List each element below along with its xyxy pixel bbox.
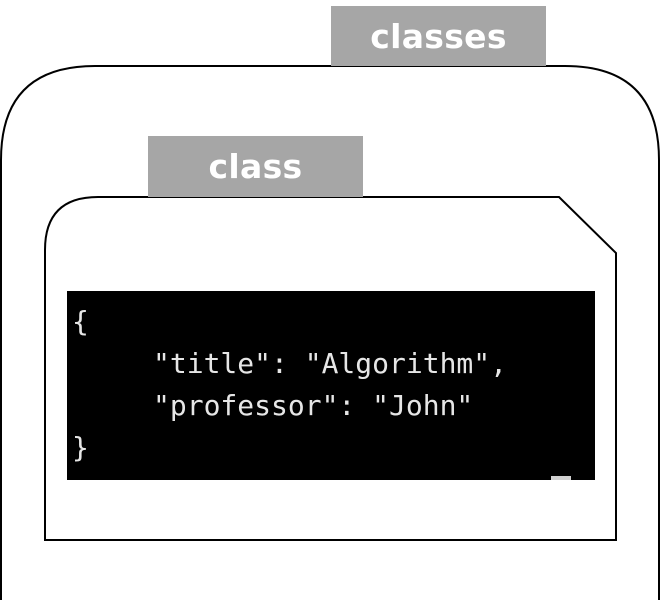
text-cursor: [551, 476, 571, 480]
classes-tab-label: classes: [331, 6, 546, 66]
code-line-professor: "professor": "John": [153, 389, 474, 422]
code-line-title: "title": "Algorithm",: [153, 347, 508, 380]
class-tab-label: class: [148, 136, 363, 197]
code-line-open-brace: {: [72, 305, 89, 338]
code-line-close-brace: }: [72, 431, 89, 464]
json-code-block: { "title": "Algorithm", "professor": "Jo…: [67, 291, 595, 480]
